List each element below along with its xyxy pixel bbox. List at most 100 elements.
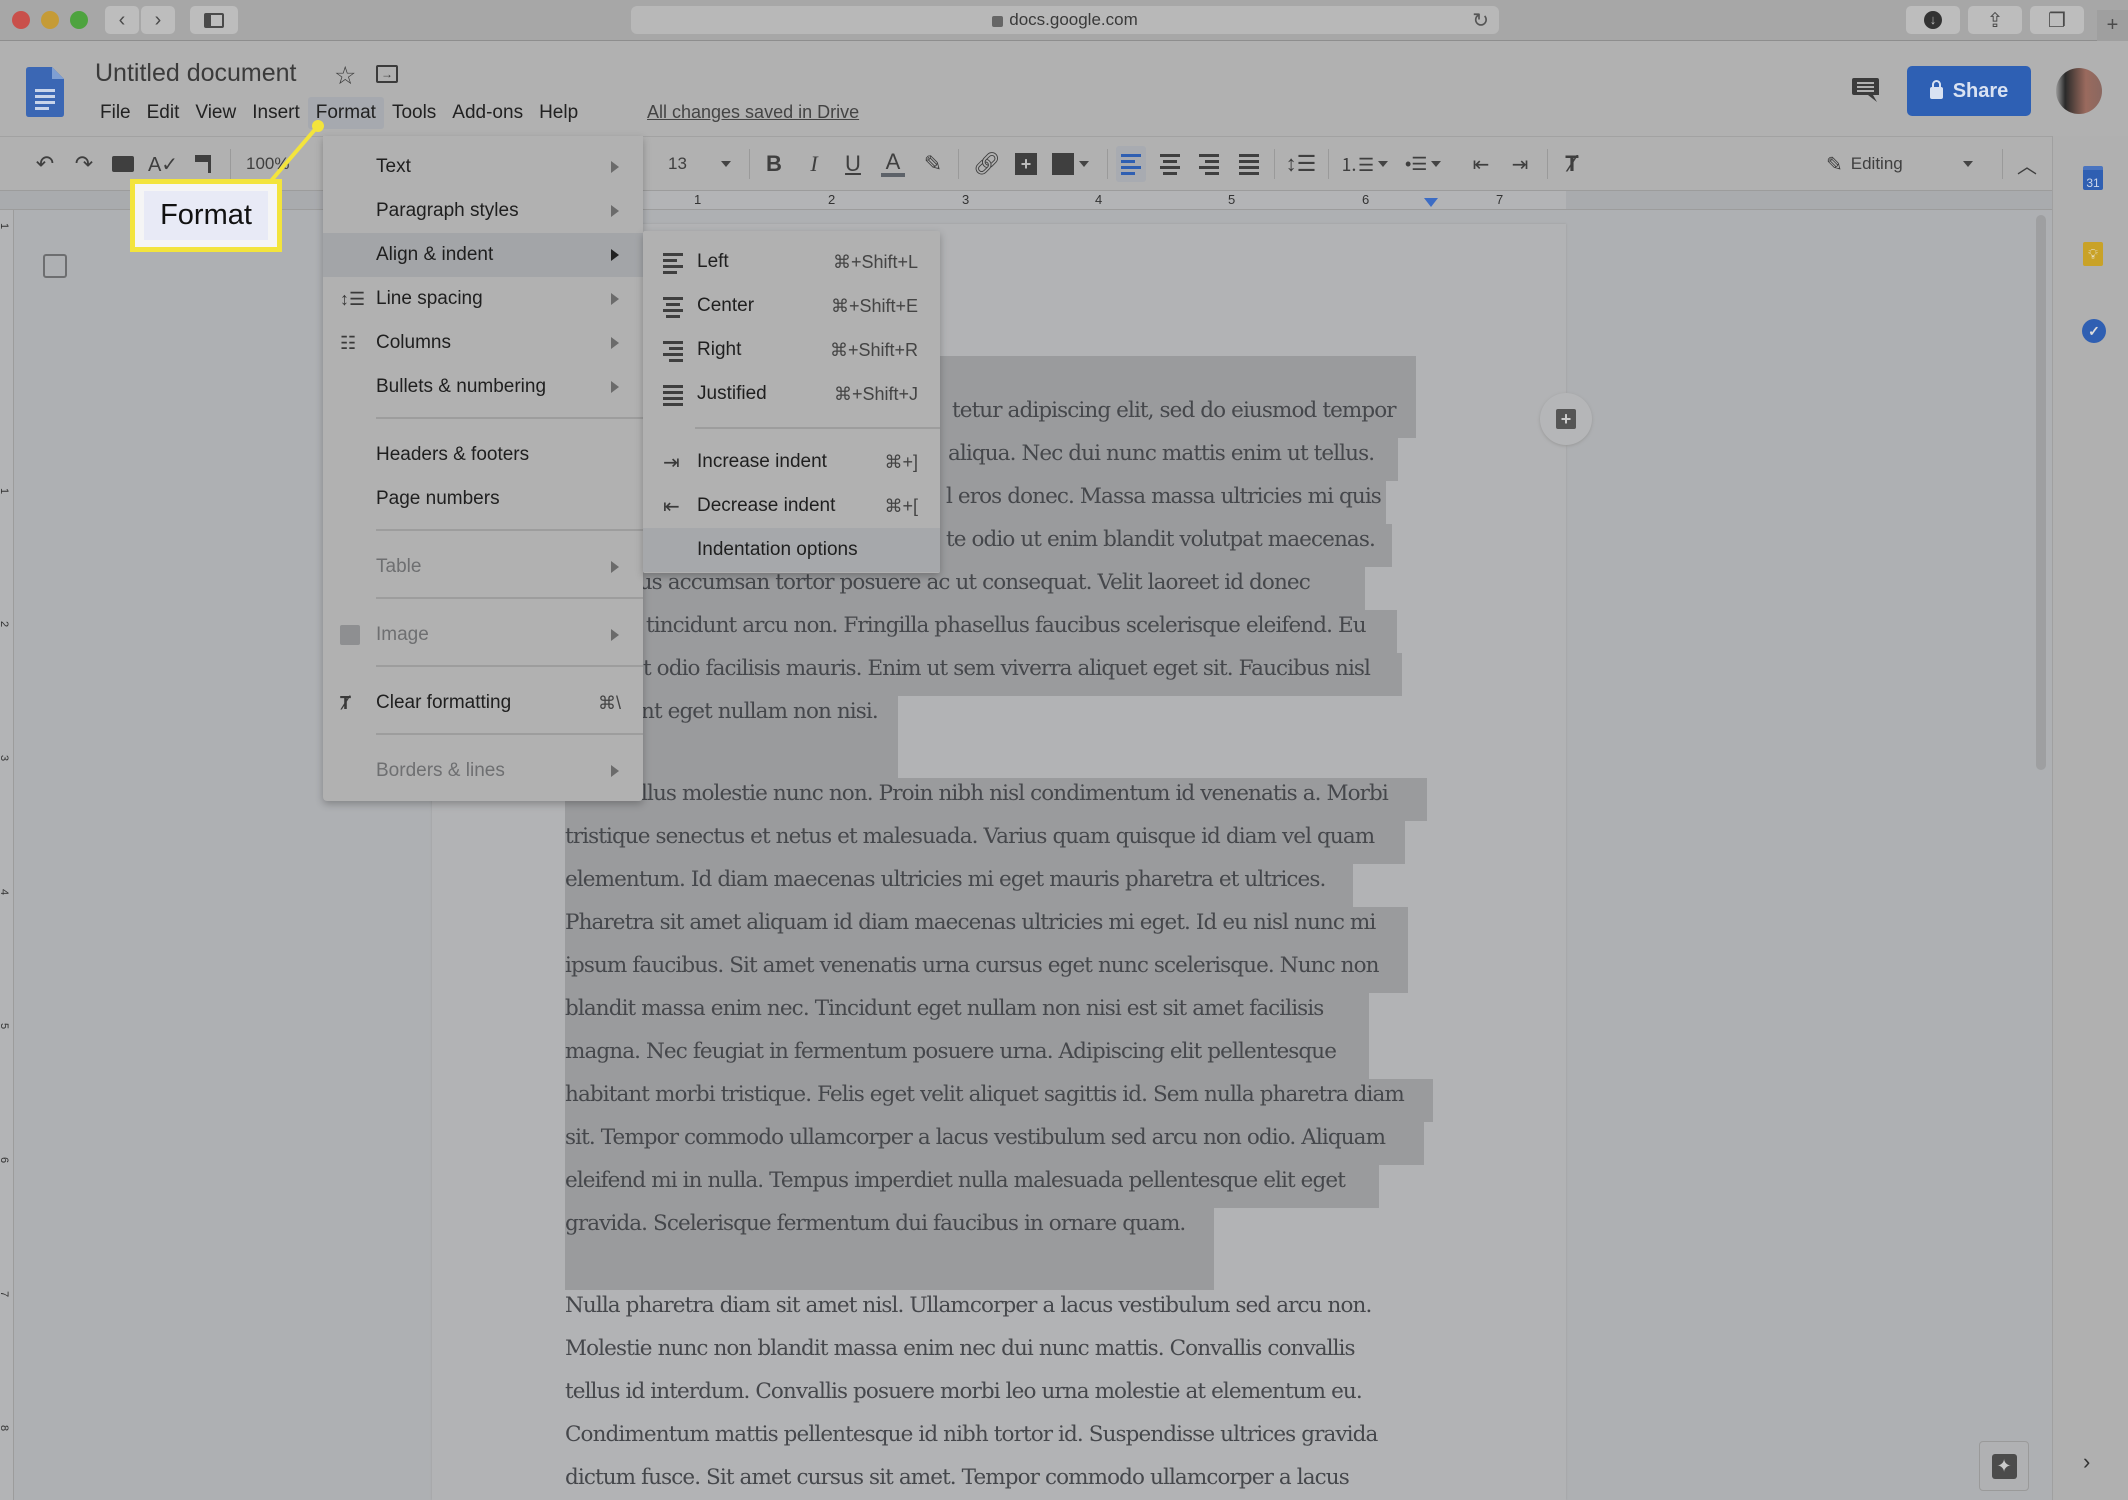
redo-icon: ↷ <box>74 151 94 176</box>
format-menu-clear-formatting[interactable]: Ⱦ Clear formatting ⌘\ <box>323 681 643 725</box>
menu-insert[interactable]: Insert <box>244 97 308 129</box>
bulleted-list-button[interactable]: •☰ <box>1405 149 1455 179</box>
downloads-button[interactable]: ↓ <box>1906 6 1960 34</box>
chevron-down-icon <box>1079 161 1089 167</box>
spellcheck-button[interactable]: A✓ <box>148 149 178 179</box>
document-outline-icon[interactable] <box>43 254 67 278</box>
chevron-right-icon[interactable]: › <box>2083 1449 2090 1475</box>
format-menu-text[interactable]: Text <box>323 145 643 189</box>
document-title[interactable]: Untitled document <box>95 59 297 88</box>
align-justify-button[interactable] <box>1236 149 1262 179</box>
format-menu-page-numbers[interactable]: Page numbers <box>323 477 643 521</box>
reload-icon[interactable]: ↻ <box>1472 8 1489 33</box>
menu-add-ons[interactable]: Add-ons <box>444 97 531 129</box>
submenu-align-justified[interactable]: Justified ⌘+Shift+J <box>643 372 940 416</box>
ruler-number: 2 <box>828 192 836 207</box>
star-icon[interactable]: ☆ <box>334 61 356 91</box>
tasks-icon[interactable]: ✓ <box>2082 319 2106 343</box>
clear-formatting-icon: Ⱦ <box>1565 151 1579 176</box>
italic-button[interactable]: I <box>801 149 827 179</box>
back-button[interactable]: ‹ <box>105 6 139 34</box>
line-spacing-button[interactable]: ↕☰ <box>1286 149 1317 179</box>
numbered-list-button[interactable]: ⒈☰ <box>1340 149 1390 179</box>
tabs-icon: ❐ <box>2048 9 2066 32</box>
account-avatar[interactable] <box>2056 68 2102 114</box>
save-status-link[interactable]: All changes saved in Drive <box>647 102 859 123</box>
text-line: Condimentum mattis pellentesque id nibh … <box>565 1422 1378 1447</box>
ruler-number: 3 <box>962 192 970 207</box>
redo-button[interactable]: ↷ <box>71 149 97 179</box>
undo-button[interactable]: ↶ <box>32 149 58 179</box>
font-size-select[interactable]: 13 <box>650 149 740 179</box>
new-tab-button[interactable]: + <box>2097 10 2128 41</box>
address-bar[interactable]: docs.google.com ↻ <box>631 6 1499 34</box>
format-menu-table[interactable]: Table <box>323 545 643 589</box>
zoom-select[interactable]: 100% <box>246 149 316 179</box>
align-left-button[interactable] <box>1116 146 1146 182</box>
underline-button[interactable]: U <box>840 149 866 179</box>
tab-overview-button[interactable]: ❐ <box>2030 6 2084 34</box>
explore-button[interactable]: ✦ <box>1979 1441 2029 1491</box>
menu-view[interactable]: View <box>187 97 244 129</box>
format-menu-image[interactable]: Image <box>323 613 643 657</box>
calendar-icon[interactable]: 31 <box>2083 166 2103 190</box>
ruler-number: 1 <box>0 223 10 229</box>
format-menu-columns[interactable]: ☷ Columns <box>323 321 643 365</box>
menu-help[interactable]: Help <box>531 97 586 129</box>
share-button[interactable]: Share <box>1907 66 2031 116</box>
horizontal-ruler[interactable]: 1 2 3 4 5 6 7 <box>0 190 2052 210</box>
highlight-button[interactable]: ✎ <box>920 149 946 179</box>
format-menu-bullets-numbering[interactable]: Bullets & numbering <box>323 365 643 409</box>
google-docs-logo[interactable] <box>26 67 64 117</box>
chevron-down-icon <box>1431 161 1442 167</box>
text-line: gravida. Scelerisque fermentum dui fauci… <box>565 1211 1186 1236</box>
keep-icon[interactable]: 💡︎ <box>2083 242 2103 266</box>
format-menu-headers-footers[interactable]: Headers & footers <box>323 433 643 477</box>
format-menu-paragraph-styles[interactable]: Paragraph styles <box>323 189 643 233</box>
comments-icon[interactable] <box>1852 78 1879 102</box>
submenu-align-center[interactable]: Center ⌘+Shift+E <box>643 284 940 328</box>
text-color-button[interactable]: A <box>878 149 908 179</box>
increase-indent-button[interactable]: ⇥ <box>1507 149 1533 179</box>
maximize-window-button[interactable] <box>70 11 88 29</box>
submenu-decrease-indent[interactable]: ⇤ Decrease indent ⌘+[ <box>643 484 940 528</box>
submenu-align-right[interactable]: Right ⌘+Shift+R <box>643 328 940 372</box>
vertical-scrollbar[interactable] <box>2036 215 2046 770</box>
insert-comment-button[interactable]: + <box>1012 149 1040 179</box>
menu-edit[interactable]: Edit <box>139 97 188 129</box>
submenu-align-left[interactable]: Left ⌘+Shift+L <box>643 240 940 284</box>
print-button[interactable] <box>110 149 136 179</box>
move-to-folder-icon[interactable]: → <box>376 65 398 83</box>
text-line: Pharetra sit amet aliquam id diam maecen… <box>565 910 1376 935</box>
ruler-number: 6 <box>0 1157 10 1163</box>
share-page-button[interactable]: ⇪ <box>1968 6 2022 34</box>
format-menu-line-spacing[interactable]: ↕☰ Line spacing <box>323 277 643 321</box>
menu-tools[interactable]: Tools <box>384 97 444 129</box>
clear-formatting-button[interactable]: Ⱦ <box>1559 149 1585 179</box>
hide-menus-button[interactable]: ︿ <box>2014 149 2040 179</box>
minimize-window-button[interactable] <box>41 11 59 29</box>
submenu-increase-indent[interactable]: ⇥ Increase indent ⌘+] <box>643 440 940 484</box>
add-comment-button[interactable]: + <box>1540 393 1592 445</box>
align-right-button[interactable] <box>1196 149 1222 179</box>
decrease-indent-button[interactable]: ⇤ <box>1468 149 1494 179</box>
insert-link-button[interactable]: 🔗︎ <box>972 149 1002 179</box>
text-line: t odio facilisis mauris. Enim ut sem viv… <box>643 656 1371 681</box>
right-indent-marker[interactable] <box>1424 198 1438 207</box>
align-center-button[interactable] <box>1157 149 1183 179</box>
text-line: llus molestie nunc non. Proin nibh nisl … <box>641 781 1389 806</box>
format-menu-align-indent[interactable]: Align & indent <box>323 233 643 277</box>
bold-button[interactable]: B <box>761 149 787 179</box>
format-menu-borders-lines[interactable]: Borders & lines <box>323 749 643 793</box>
forward-button[interactable]: › <box>141 6 175 34</box>
insert-image-button[interactable] <box>1052 149 1096 179</box>
editing-mode-select[interactable]: ✎ Editing <box>1826 149 1986 179</box>
sidebar-toggle-button[interactable] <box>190 6 238 34</box>
menu-format[interactable]: Format <box>307 97 384 129</box>
submenu-indentation-options[interactable]: Indentation options <box>643 528 940 572</box>
close-window-button[interactable] <box>12 11 30 29</box>
columns-icon: ☷ <box>340 333 357 353</box>
paint-format-button[interactable] <box>190 149 216 179</box>
menu-file[interactable]: File <box>92 97 139 129</box>
vertical-ruler[interactable]: 1 1 2 3 4 5 6 7 8 <box>0 210 14 1500</box>
